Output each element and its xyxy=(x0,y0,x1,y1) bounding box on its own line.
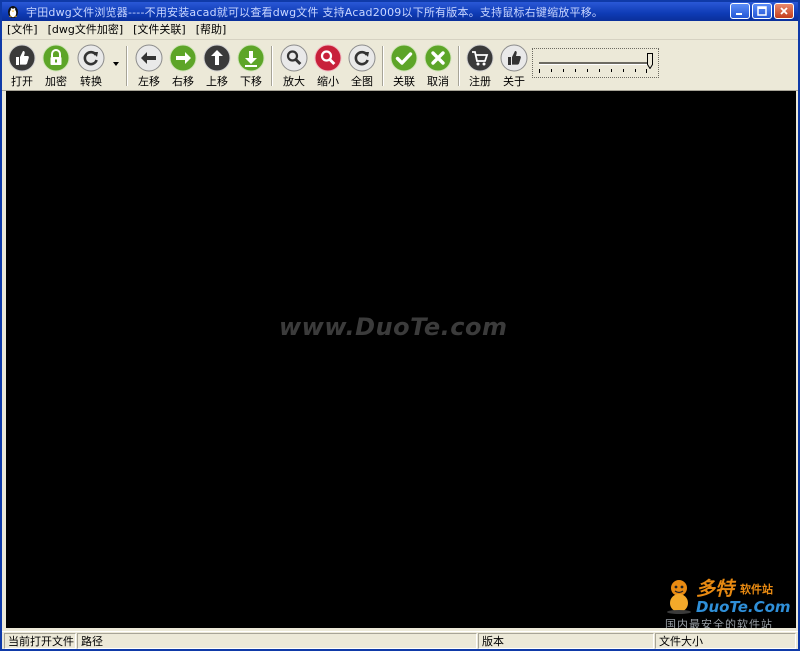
menu-dwg-encrypt[interactable]: [dwg文件加密] xyxy=(43,22,129,38)
lock-icon xyxy=(42,44,70,72)
slider-thumb[interactable] xyxy=(647,53,653,69)
cancel-button-label: 取消 xyxy=(427,75,449,88)
arrow-up-icon xyxy=(203,44,231,72)
refresh-icon xyxy=(348,44,376,72)
cancel-button[interactable]: 取消 xyxy=(421,42,455,88)
status-version: 版本 xyxy=(478,633,654,649)
toolbar: 打开 加密 转换 左移 右移 上移 下移 放大 缩小 全图 关联 取消 注册 关… xyxy=(2,40,798,91)
associate-button[interactable]: 关联 xyxy=(387,42,421,88)
status-bar: 当前打开文件 路径 版本 文件大小 xyxy=(2,631,798,649)
penguin-icon xyxy=(8,6,18,18)
chevron-down-icon[interactable] xyxy=(112,60,120,68)
mascot-icon xyxy=(667,580,691,614)
menu-help[interactable]: [帮助] xyxy=(191,22,232,38)
watermark-text: www.DuoTe.com xyxy=(279,313,508,341)
minimize-icon xyxy=(736,13,742,15)
convert-button-label: 转换 xyxy=(80,75,102,88)
close-button[interactable] xyxy=(774,3,794,19)
maximize-button[interactable] xyxy=(752,3,772,19)
arrow-left-icon xyxy=(135,44,163,72)
zoom-out-icon xyxy=(314,44,342,72)
status-file-size: 文件大小 xyxy=(655,633,796,649)
thumbs-up-icon xyxy=(500,44,528,72)
thumbs-up-icon xyxy=(8,44,36,72)
check-icon xyxy=(390,44,418,72)
convert-button[interactable]: 转换 xyxy=(74,42,108,88)
cancel-icon xyxy=(424,44,452,72)
menu-file[interactable]: [文件] xyxy=(2,22,43,38)
window-title: 宇田dwg文件浏览器----不用安装acad就可以查看dwg文件 支持Acad2… xyxy=(26,6,604,19)
minimize-button[interactable] xyxy=(730,3,750,19)
open-button[interactable]: 打开 xyxy=(5,42,39,88)
brand-slogan: 国内最安全的软件站 xyxy=(665,618,773,628)
fit-all-button[interactable]: 全图 xyxy=(345,42,379,88)
zoom-slider[interactable] xyxy=(532,48,659,78)
slider-track xyxy=(539,62,647,65)
move-down-button[interactable]: 下移 xyxy=(234,42,268,88)
title-bar[interactable]: 宇田dwg文件浏览器----不用安装acad就可以查看dwg文件 支持Acad2… xyxy=(2,2,798,21)
menu-bar: [文件] [dwg文件加密] [文件关联] [帮助] xyxy=(2,21,798,40)
move-right-button[interactable]: 右移 xyxy=(166,42,200,88)
slider-ticks xyxy=(539,69,647,73)
brand-name: 多特 xyxy=(696,578,735,600)
move-down-button-label: 下移 xyxy=(240,75,262,88)
close-icon xyxy=(780,7,788,15)
about-button-label: 关于 xyxy=(503,75,525,88)
zoom-out-button[interactable]: 缩小 xyxy=(311,42,345,88)
status-path: 路径 xyxy=(77,633,477,649)
status-current-file: 当前打开文件 xyxy=(4,633,76,649)
brand-url: DuoTe.Com xyxy=(696,598,791,616)
fit-all-button-label: 全图 xyxy=(351,75,373,88)
menu-file-association[interactable]: [文件关联] xyxy=(128,22,191,38)
arrow-right-icon xyxy=(169,44,197,72)
encrypt-button[interactable]: 加密 xyxy=(39,42,73,88)
cart-icon xyxy=(466,44,494,72)
drawing-canvas[interactable]: www.DuoTe.com 多特 软件站 DuoTe.Com 国内最安全的软件站 xyxy=(6,91,796,628)
about-button[interactable]: 关于 xyxy=(497,42,531,88)
maximize-icon xyxy=(757,6,767,16)
arrow-down-icon xyxy=(237,44,265,72)
move-left-button[interactable]: 左移 xyxy=(132,42,166,88)
refresh-icon xyxy=(77,44,105,72)
register-button[interactable]: 注册 xyxy=(463,42,497,88)
app-window: 宇田dwg文件浏览器----不用安装acad就可以查看dwg文件 支持Acad2… xyxy=(0,0,800,651)
zoom-in-button[interactable]: 放大 xyxy=(277,42,311,88)
zoom-in-icon xyxy=(280,44,308,72)
brand-logo: 多特 软件站 DuoTe.Com 国内最安全的软件站 xyxy=(662,572,794,628)
move-up-button[interactable]: 上移 xyxy=(200,42,234,88)
brand-sub: 软件站 xyxy=(740,583,773,596)
